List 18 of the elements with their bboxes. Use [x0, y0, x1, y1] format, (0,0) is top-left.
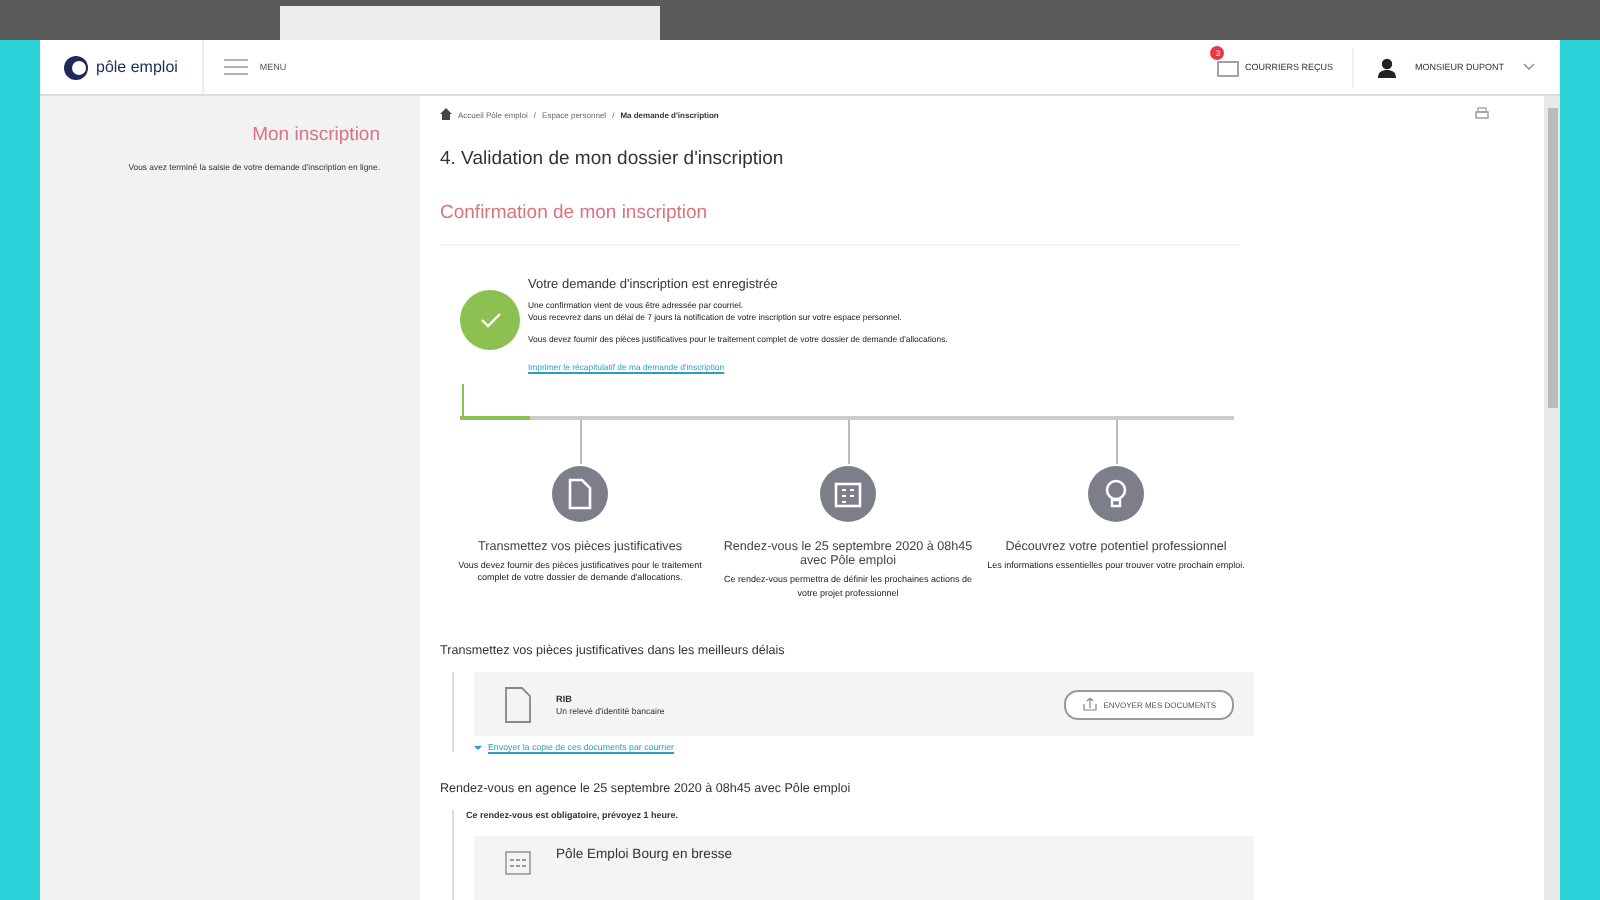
person-icon	[1378, 57, 1397, 77]
calendar-icon	[504, 848, 532, 877]
menu-icon	[223, 58, 248, 76]
home-icon	[440, 108, 452, 120]
caret-icon	[474, 745, 482, 750]
document-icon	[504, 685, 532, 724]
sidebar-title: Mon inscription	[250, 124, 380, 146]
section-title: Confirmation de mon inscription	[440, 202, 1240, 246]
chevron-down-icon	[1522, 62, 1536, 72]
upload-icon	[1081, 697, 1098, 712]
checkmark-icon	[479, 312, 501, 328]
page-title: 4. Validation de mon dossier d'inscription	[440, 148, 786, 170]
logo-text[interactable]: pôle emploi	[96, 58, 178, 76]
browser-tab[interactable]	[280, 6, 660, 40]
logo-icon	[64, 55, 88, 79]
mailbox-icon	[1216, 56, 1241, 78]
scrollbar-thumb[interactable]	[1547, 108, 1557, 408]
printer-icon	[1474, 106, 1490, 120]
